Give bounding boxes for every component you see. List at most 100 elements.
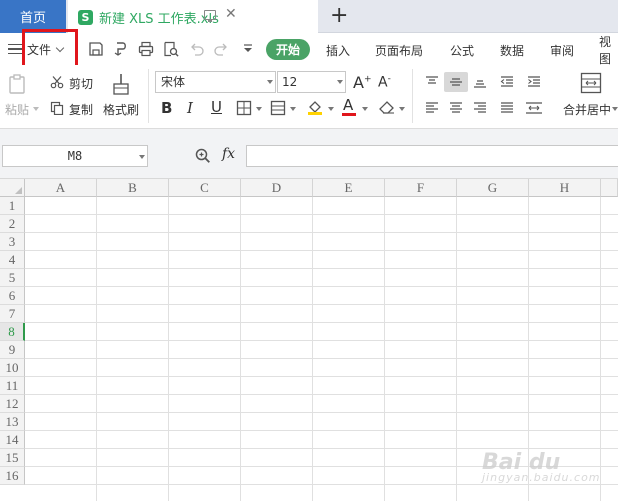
align-bottom-icon[interactable] — [473, 75, 487, 89]
underline-button[interactable]: U — [211, 98, 222, 116]
borders-icon[interactable] — [236, 100, 252, 116]
redo-icon[interactable] — [213, 41, 229, 57]
eraser-icon[interactable] — [378, 99, 396, 115]
row-header-13[interactable]: 13 — [0, 413, 25, 431]
cell-style-icon[interactable] — [270, 100, 286, 116]
name-box[interactable]: M8 — [2, 145, 148, 167]
row-header-14[interactable]: 14 — [0, 431, 25, 449]
tab-insert[interactable]: 插入 — [326, 40, 350, 60]
close-icon[interactable]: ✕ — [225, 6, 237, 22]
justify-icon[interactable] — [500, 101, 514, 115]
row-header-2[interactable]: 2 — [0, 215, 25, 233]
font-size-select[interactable]: 12 — [277, 71, 346, 93]
column-header-c[interactable]: C — [169, 179, 241, 197]
decrease-font-button[interactable]: A- — [378, 74, 391, 91]
tab-document[interactable]: S 新建 XLS 工作表.xls — [68, 0, 318, 34]
paste-dropdown-icon[interactable] — [33, 107, 39, 111]
decrease-indent-icon[interactable] — [500, 75, 514, 89]
hamburger-icon[interactable] — [8, 44, 22, 54]
row-header-7[interactable]: 7 — [0, 305, 25, 323]
merge-center-icon[interactable] — [580, 72, 602, 94]
tab-review[interactable]: 审阅 — [550, 40, 574, 60]
font-name-select[interactable]: 宋体 — [155, 71, 276, 93]
align-center-icon[interactable] — [449, 101, 463, 115]
row-gridline — [25, 304, 618, 305]
column-gridline — [96, 197, 97, 501]
fill-color-icon[interactable] — [306, 98, 324, 116]
monitor-icon[interactable] — [204, 10, 216, 22]
row-gridline — [25, 214, 618, 215]
row-header-5[interactable]: 5 — [0, 269, 25, 287]
font-size-dropdown-icon[interactable] — [337, 80, 343, 84]
row-gridline — [25, 358, 618, 359]
spreadsheet-logo-icon: S — [78, 9, 93, 25]
new-tab-button[interactable]: + — [330, 3, 348, 29]
align-left-icon[interactable] — [425, 101, 439, 115]
column-header-a[interactable]: A — [25, 179, 97, 197]
align-top-icon[interactable] — [425, 75, 439, 89]
align-middle-icon[interactable] — [449, 75, 463, 89]
paste-button[interactable]: 粘贴 — [5, 101, 29, 118]
format-painter-icon[interactable] — [110, 72, 132, 96]
paste-icon[interactable] — [8, 73, 28, 95]
tab-page-layout[interactable]: 页面布局 — [375, 40, 423, 60]
column-header-b[interactable]: B — [97, 179, 169, 197]
row-header-6[interactable]: 6 — [0, 287, 25, 305]
tab-formulas[interactable]: 公式 — [450, 40, 474, 60]
borders-dropdown-icon[interactable] — [256, 107, 262, 111]
column-header-g[interactable]: G — [457, 179, 529, 197]
row-header-8[interactable]: 8 — [0, 323, 25, 341]
row-header-11[interactable]: 11 — [0, 377, 25, 395]
column-header-h[interactable]: H — [529, 179, 601, 197]
customize-toolbar-icon[interactable] — [240, 41, 256, 57]
row-header-3[interactable]: 3 — [0, 233, 25, 251]
row-gridline — [25, 322, 618, 323]
row-header-12[interactable]: 12 — [0, 395, 25, 413]
row-gridline — [25, 412, 618, 413]
tab-data[interactable]: 数据 — [500, 40, 524, 60]
tab-view[interactable]: 视图 — [599, 35, 618, 66]
row-gridline — [25, 484, 618, 485]
italic-button[interactable]: I — [187, 99, 193, 117]
distributed-align-icon[interactable] — [525, 100, 543, 116]
row-gridline — [25, 394, 618, 395]
bold-button[interactable]: B — [161, 99, 172, 117]
align-right-icon[interactable] — [473, 101, 487, 115]
ribbon-separator — [412, 69, 413, 123]
cut-button[interactable]: 剪切 — [69, 75, 93, 92]
zoom-icon[interactable] — [195, 148, 211, 167]
font-color-button[interactable]: A — [343, 96, 353, 114]
column-header-d[interactable]: D — [241, 179, 313, 197]
fill-color-dropdown-icon[interactable] — [328, 107, 334, 111]
formula-input[interactable] — [246, 145, 618, 167]
undo-icon[interactable] — [189, 41, 205, 57]
column-header-e[interactable]: E — [313, 179, 385, 197]
name-box-dropdown-icon[interactable] — [139, 155, 145, 159]
row-header-10[interactable]: 10 — [0, 359, 25, 377]
merge-center-button[interactable]: 合并居中 — [563, 101, 611, 118]
row-header-4[interactable]: 4 — [0, 251, 25, 269]
format-painter-button[interactable]: 格式刷 — [103, 101, 139, 118]
row-header-1[interactable]: 1 — [0, 197, 25, 215]
column-header-partial[interactable] — [601, 179, 618, 197]
cell-style-dropdown-icon[interactable] — [290, 107, 296, 111]
row-header-16[interactable]: 16 — [0, 467, 25, 485]
tab-home-ribbon[interactable]: 开始 — [266, 39, 310, 60]
row-header-9[interactable]: 9 — [0, 341, 25, 359]
font-color-dropdown-icon[interactable] — [362, 107, 368, 111]
print-icon[interactable] — [138, 41, 154, 57]
print-preview-icon[interactable] — [163, 41, 179, 57]
save-icon[interactable] — [88, 41, 104, 57]
increase-indent-icon[interactable] — [527, 75, 541, 89]
font-name-dropdown-icon[interactable] — [267, 80, 273, 84]
increase-font-button[interactable]: A+ — [353, 73, 372, 92]
export-pdf-icon[interactable] — [113, 41, 129, 57]
merge-dropdown-icon[interactable] — [612, 107, 618, 111]
row-gridline — [25, 430, 618, 431]
select-all-button[interactable] — [0, 179, 25, 197]
column-header-f[interactable]: F — [385, 179, 457, 197]
clear-dropdown-icon[interactable] — [399, 107, 405, 111]
row-header-15[interactable]: 15 — [0, 449, 25, 467]
copy-button[interactable]: 复制 — [69, 101, 93, 118]
insert-function-button[interactable]: fx — [222, 146, 235, 162]
